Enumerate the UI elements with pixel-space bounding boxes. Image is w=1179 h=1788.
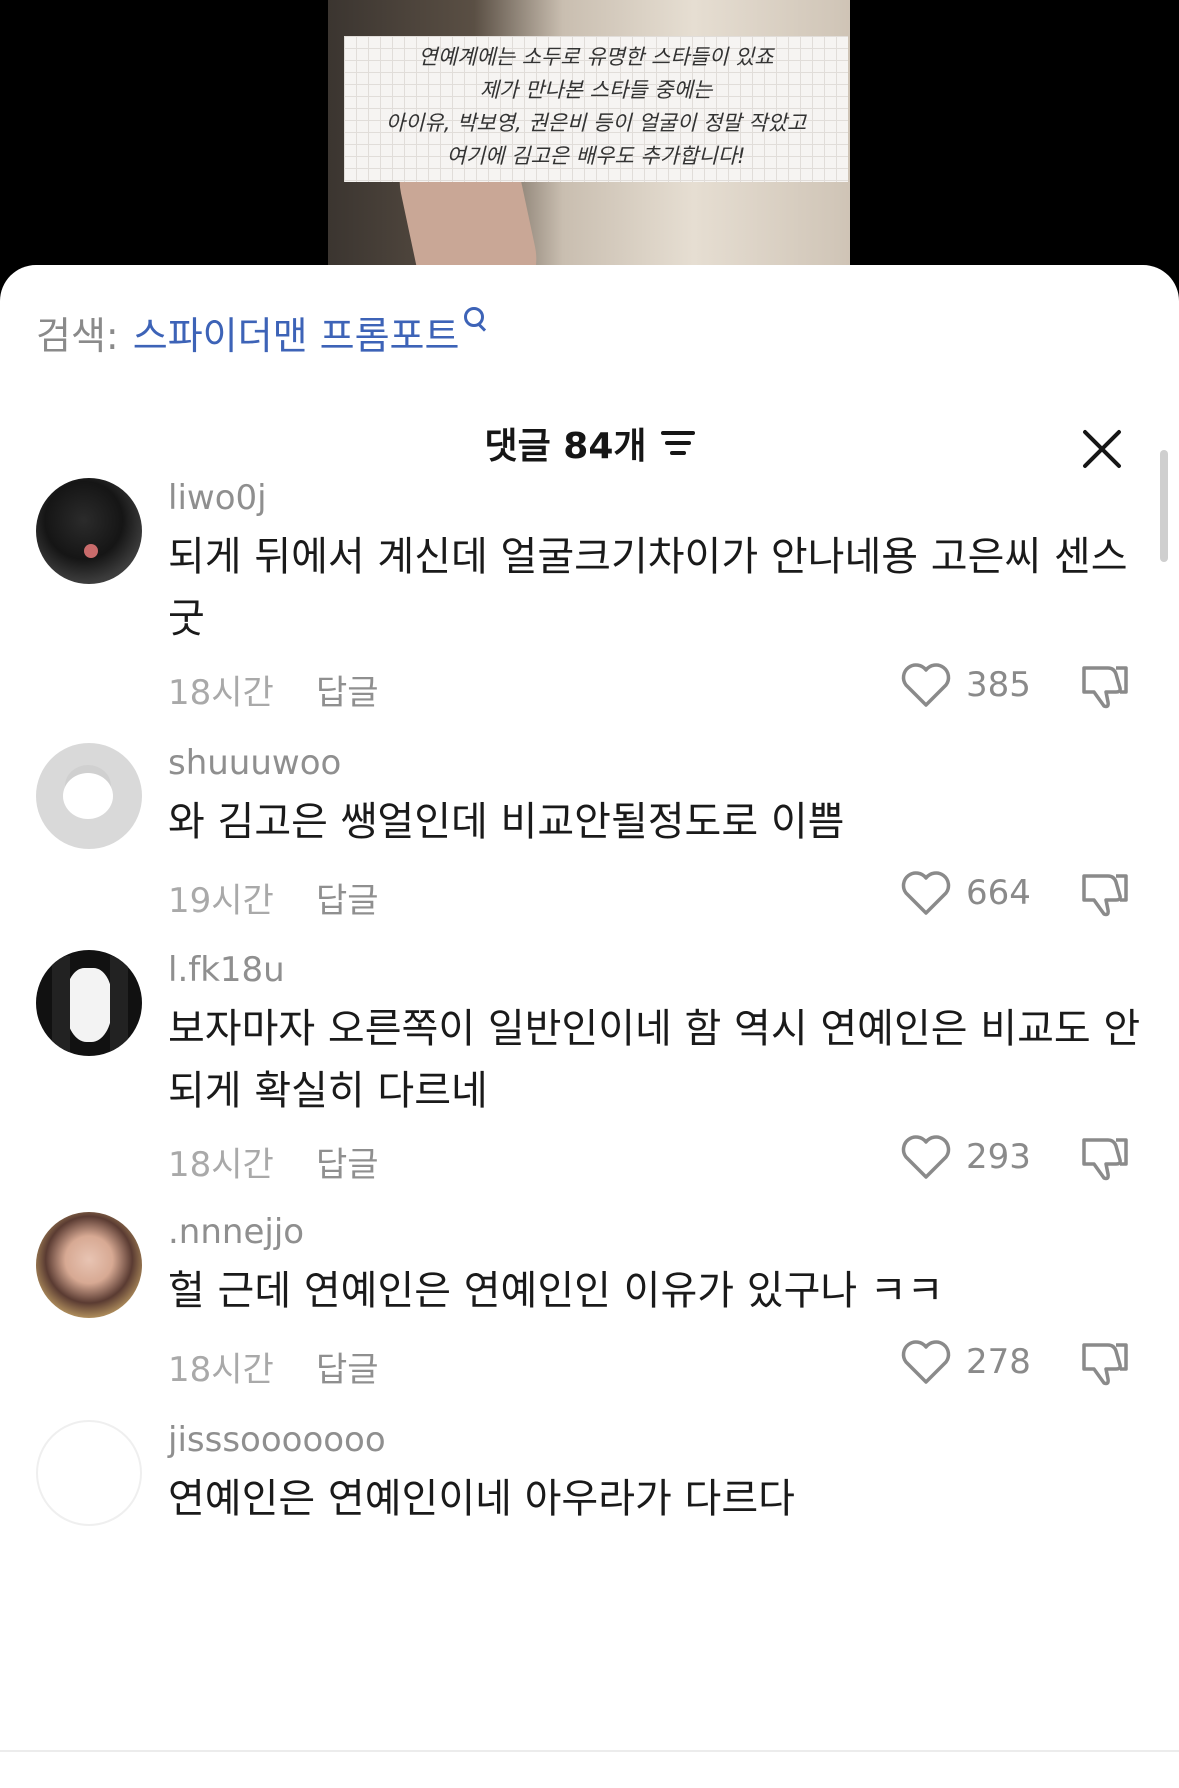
comments-header: 댓글 84개	[0, 417, 1179, 477]
comment-time: 18시간	[168, 673, 274, 713]
comment-text: 연예인은 연예인이네 아우라가 다르다	[168, 1476, 795, 1522]
reply-button[interactable]: 답글	[316, 1342, 379, 1391]
comment-text: 되게 뒤에서 계신데 얼굴크기차이가 안나네용 고은씨 센스 굿	[168, 534, 1128, 642]
thumbs-down-icon[interactable]	[1078, 866, 1130, 918]
avatar[interactable]	[36, 743, 142, 849]
avatar-detail-tongue	[84, 544, 98, 558]
reply-button[interactable]: 답글	[316, 665, 379, 714]
comment-text: 보자마자 오른쪽이 일반인이네 함 역시 연예인은 비교도 안되게 확실히 다르…	[168, 1006, 1141, 1114]
scrollbar[interactable]	[1160, 450, 1168, 562]
search-prefix: 검색:	[36, 314, 119, 358]
comments-count-title: 댓글 84개	[484, 426, 647, 467]
video-caption: 연예계에는 소두로 유명한 스타들이 있죠 제가 만나본 스타들 중에는 아이유…	[344, 36, 848, 182]
avatar-illustrated-face	[66, 968, 112, 1042]
thumbs-down-icon[interactable]	[1078, 1130, 1130, 1182]
search-suggestion[interactable]: 검색: 스파이더맨 프롬포트	[36, 305, 489, 360]
reply-button[interactable]: 답글	[316, 873, 379, 922]
caption-line: 아이유, 박보영, 권은비 등이 얼굴이 정말 작았고	[385, 111, 807, 135]
like-count: 293	[966, 1137, 1031, 1177]
caption-line: 연예계에는 소두로 유명한 스타들이 있죠	[418, 45, 774, 69]
caption-line: 여기에 김고은 배우도 추가합니다!	[446, 144, 746, 168]
like-count: 664	[966, 873, 1031, 913]
like-count: 385	[966, 665, 1031, 705]
avatar[interactable]	[36, 1212, 142, 1318]
like-count: 278	[966, 1342, 1031, 1382]
avatar-hair-left	[52, 956, 70, 1052]
avatar-placeholder-ring	[63, 773, 113, 819]
sort-filter-icon[interactable]	[660, 428, 695, 458]
avatar[interactable]	[36, 478, 142, 584]
heart-icon[interactable]	[900, 1338, 952, 1386]
comment-username[interactable]: liwo0j	[168, 478, 267, 518]
comment-time: 19시간	[168, 881, 274, 921]
search-term-link[interactable]: 스파이더맨 프롬포트	[133, 305, 460, 360]
comment-time: 18시간	[168, 1145, 274, 1185]
heart-icon[interactable]	[900, 869, 952, 917]
comment-username[interactable]: .nnnejjo	[168, 1212, 304, 1252]
comment-username[interactable]: jisssooooooo	[168, 1420, 386, 1460]
close-icon[interactable]	[1080, 427, 1124, 471]
thumbs-down-icon[interactable]	[1078, 658, 1130, 710]
caption-line: 제가 만나본 스타들 중에는	[479, 78, 713, 102]
comment-time: 18시간	[168, 1350, 274, 1390]
search-icon[interactable]	[463, 306, 489, 332]
thumbs-down-icon[interactable]	[1078, 1335, 1130, 1387]
avatar[interactable]	[36, 950, 142, 1056]
heart-icon[interactable]	[900, 661, 952, 709]
bottom-divider	[0, 1750, 1179, 1752]
reply-button[interactable]: 답글	[316, 1137, 379, 1186]
avatar[interactable]	[36, 1420, 142, 1526]
avatar-hair-right	[110, 956, 128, 1052]
comment-text: 와 김고은 쌩얼인데 비교안될정도로 이쁨	[168, 799, 845, 845]
comment-username[interactable]: shuuuwoo	[168, 743, 341, 783]
comment-text: 헐 근데 연예인은 연예인인 이유가 있구나 ㅋㅋ	[168, 1268, 944, 1314]
comment-username[interactable]: l.fk18u	[168, 950, 285, 990]
heart-icon[interactable]	[900, 1133, 952, 1181]
video-background[interactable]: 연예계에는 소두로 유명한 스타들이 있죠 제가 만나본 스타들 중에는 아이유…	[0, 0, 1179, 280]
